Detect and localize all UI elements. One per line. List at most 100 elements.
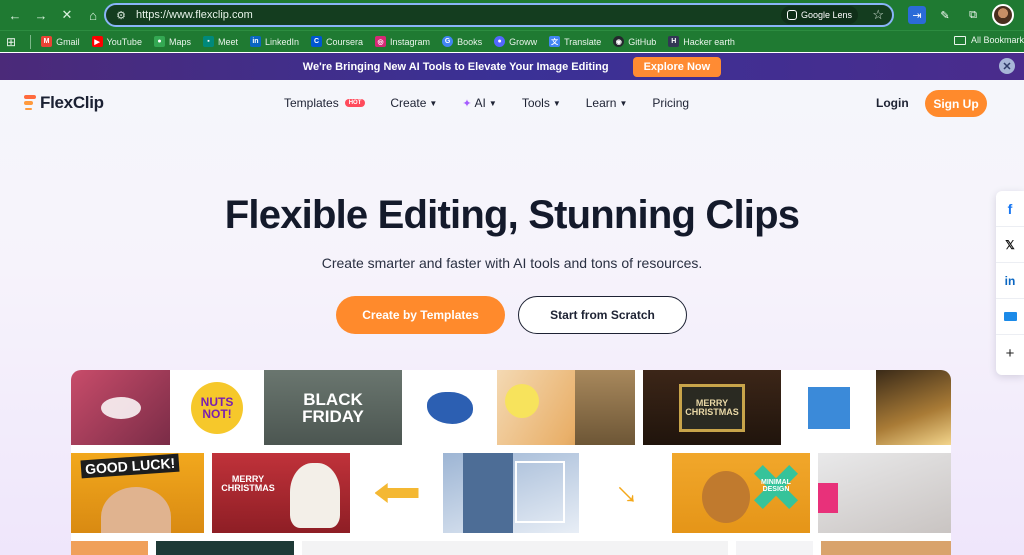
template-thumbnail[interactable]: ↓	[587, 453, 664, 533]
maps-icon: ●	[153, 36, 165, 47]
more-share[interactable]: +	[996, 335, 1024, 371]
hackerearth-icon: H	[668, 36, 680, 47]
explore-now-button[interactable]: Explore Now	[632, 56, 722, 77]
bookmark-star-icon[interactable]: ☆	[872, 7, 884, 23]
bookmark-youtube[interactable]: ▶ YouTube	[91, 36, 142, 47]
logo-mark-icon	[24, 95, 38, 111]
mail-icon	[1003, 312, 1017, 321]
hero-title: Flexible Editing, Stunning Clips	[224, 193, 800, 237]
nav-pricing[interactable]: Pricing	[652, 96, 689, 110]
github-icon: ◉	[613, 36, 625, 47]
profile-avatar[interactable]	[992, 4, 1014, 26]
template-thumbnail[interactable]: MERRY CHRISTMAS	[212, 453, 350, 533]
bookmark-coursera[interactable]: C Coursera	[311, 36, 363, 47]
coursera-icon: C	[311, 36, 323, 47]
promo-text: We're Bringing New AI Tools to Elevate Y…	[302, 60, 609, 73]
template-thumbnail[interactable]	[876, 370, 951, 445]
nav-label: Templates	[284, 96, 339, 110]
share-sidebar: f 𝕏 in +	[996, 191, 1024, 375]
eyedropper-icon[interactable]: ✎	[936, 6, 954, 24]
nav-label: Tools	[521, 96, 550, 110]
nav-ai[interactable]: ✦ AI ▼	[462, 96, 496, 110]
bookmark-groww[interactable]: ● Groww	[494, 36, 537, 47]
bookmark-meet[interactable]: ▪ Meet	[202, 36, 238, 47]
bookmark-instagram[interactable]: ◎ Instagram	[375, 36, 430, 47]
template-thumbnail[interactable]	[736, 541, 813, 555]
bookmark-translate[interactable]: 文 Translate	[549, 36, 601, 47]
bookmark-label: Hacker earth	[683, 36, 735, 47]
tile-text: GOOD LUCK!	[80, 453, 180, 479]
hot-badge: HOT	[344, 99, 366, 107]
chevron-down-icon: ▼	[429, 98, 438, 108]
bookmark-maps[interactable]: ● Maps	[153, 36, 191, 47]
stop-icon[interactable]: ✕	[56, 4, 78, 26]
nav-create[interactable]: Create ▼	[390, 96, 437, 110]
bookmark-label: Coursera	[326, 36, 364, 47]
apps-icon[interactable]: ⊞	[6, 35, 16, 49]
home-icon[interactable]: ⌂	[82, 4, 104, 26]
nav-tools[interactable]: Tools ▼	[522, 96, 561, 110]
template-thumbnail[interactable]	[71, 541, 148, 555]
lens-icon	[786, 10, 797, 20]
template-thumbnail[interactable]	[790, 370, 867, 445]
bookmark-linkedin[interactable]: in LinkedIn	[249, 36, 299, 47]
youtube-icon: ▶	[91, 36, 103, 47]
meet-icon: ▪	[202, 36, 214, 47]
template-thumbnail[interactable]	[411, 370, 488, 445]
all-bookmarks-label: All Bookmark	[970, 35, 1024, 45]
all-bookmarks[interactable]: All Bookmark	[948, 35, 1024, 45]
cloud-graphic	[100, 396, 141, 419]
linkedin-icon: in	[249, 36, 261, 47]
nav-learn[interactable]: Learn ▼	[586, 96, 628, 110]
template-thumbnail[interactable]: BLACK FRIDAY	[264, 370, 402, 445]
template-thumbnail[interactable]: NUTS NOT!	[179, 370, 255, 445]
bookmark-label: Gmail	[56, 36, 80, 47]
create-by-templates-button[interactable]: Create by Templates	[336, 296, 505, 334]
login-link[interactable]: Login	[876, 96, 909, 110]
tile-text: NUTS NOT!	[200, 394, 234, 421]
flexclip-logo[interactable]: FlexClip	[24, 93, 104, 113]
mail-share[interactable]	[996, 299, 1024, 335]
template-thumbnail[interactable]: MERRY CHRISTMAS	[643, 370, 781, 445]
template-thumbnail[interactable]	[443, 453, 579, 533]
arrow-icon: ↓	[605, 473, 645, 513]
plus-icon: +	[1005, 344, 1015, 362]
template-thumbnail[interactable]	[71, 370, 170, 445]
sign-up-button[interactable]: Sign Up	[925, 90, 987, 117]
template-thumbnail[interactable]	[818, 453, 951, 533]
bookmark-gmail[interactable]: M Gmail	[41, 36, 80, 47]
extension-icon[interactable]: ⇥	[908, 6, 926, 24]
bookmark-github[interactable]: ◉ GitHub	[613, 36, 656, 47]
template-thumbnail[interactable]	[497, 370, 635, 445]
sparkle-icon: ✦	[462, 97, 472, 110]
linkedin-share[interactable]: in	[996, 263, 1024, 299]
template-thumbnail[interactable]: MINIMAL DESIGN	[672, 453, 810, 533]
close-icon[interactable]: ✕	[999, 58, 1015, 74]
puzzle-icon[interactable]: ⧉	[964, 6, 982, 24]
bookmark-hackerearth[interactable]: H Hacker earth	[668, 36, 735, 47]
nav-templates[interactable]: Templates HOT	[284, 96, 366, 110]
template-thumbnail[interactable]	[156, 541, 294, 555]
bookmark-books[interactable]: G Books	[442, 36, 482, 47]
facebook-icon: f	[1007, 200, 1013, 217]
facebook-share[interactable]: f	[996, 191, 1024, 227]
lens-label: Google Lens	[800, 10, 852, 20]
template-thumbnail[interactable]: GOOD LUCK!	[71, 453, 204, 533]
back-icon[interactable]: ←	[4, 4, 26, 26]
bookmark-label: Instagram	[390, 36, 431, 47]
template-thumbnail[interactable]	[302, 541, 728, 555]
x-icon: 𝕏	[1005, 237, 1015, 252]
flexclip-page: FlexClip Templates HOT Create ▼ ✦ AI ▼ T…	[0, 80, 1024, 555]
template-thumbnail[interactable]	[821, 541, 951, 555]
main-nav: Templates HOT Create ▼ ✦ AI ▼ Tools ▼ Le…	[284, 96, 714, 110]
translate-icon: 文	[549, 36, 561, 47]
forward-icon[interactable]: →	[30, 4, 52, 26]
address-bar[interactable]: ⚙ https://www.flexclip.com Google Lens ☆	[104, 3, 894, 27]
start-from-scratch-button[interactable]: Start from Scratch	[518, 296, 687, 334]
x-share[interactable]: 𝕏	[996, 227, 1024, 263]
bookmark-label: Books	[457, 36, 483, 47]
google-lens-button[interactable]: Google Lens	[780, 6, 858, 24]
template-thumbnail[interactable]	[358, 453, 435, 533]
site-settings-icon[interactable]: ⚙	[114, 9, 128, 22]
url-text[interactable]: https://www.flexclip.com	[136, 9, 253, 21]
